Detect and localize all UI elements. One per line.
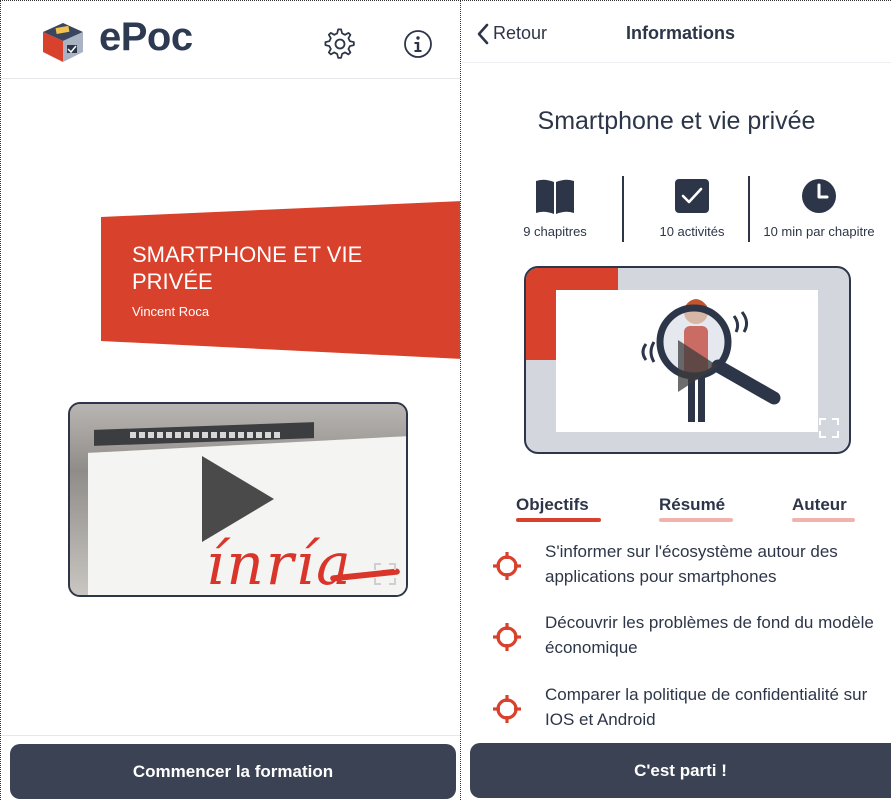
objective-item: S'informer sur l'écosystème autour des a… xyxy=(462,539,891,599)
stat-divider xyxy=(622,176,624,242)
course-banner[interactable]: SMARTPHONE ET VIE PRIVÉE Vincent Roca xyxy=(101,201,460,359)
activities-count: 10 activités xyxy=(659,224,725,239)
tab-underline xyxy=(792,518,855,522)
stat-activities: 10 activités xyxy=(637,177,747,247)
objective-item: Découvrir les problèmes de fond du modèl… xyxy=(462,610,891,670)
stat-chapters: 9 chapitres xyxy=(500,177,610,247)
objective-item: Comparer la politique de confidentialité… xyxy=(462,682,891,742)
fullscreen-icon[interactable] xyxy=(374,563,396,585)
clock-icon xyxy=(802,179,836,213)
home-footer: Commencer la formation xyxy=(1,735,460,800)
book-icon xyxy=(536,179,574,214)
target-icon xyxy=(493,695,521,723)
chapters-count: 9 chapitres xyxy=(523,224,587,239)
tab-underline xyxy=(659,518,733,522)
objective-text: Découvrir les problèmes de fond du modèl… xyxy=(545,613,874,657)
banner-author: Vincent Roca xyxy=(132,304,210,319)
target-icon xyxy=(493,623,521,651)
epoc-logo-icon xyxy=(43,23,83,62)
checkbox-icon xyxy=(675,179,709,213)
objective-text: S'informer sur l'écosystème autour des a… xyxy=(545,542,838,586)
objective-text: Comparer la politique de confidentialité… xyxy=(545,685,868,729)
start-button[interactable]: C'est parti ! xyxy=(470,743,891,798)
info-footer: C'est parti ! xyxy=(462,735,891,800)
gear-icon[interactable] xyxy=(323,27,357,61)
tab-objectifs[interactable]: Objectifs xyxy=(516,495,589,515)
fullscreen-icon[interactable] xyxy=(819,418,839,438)
info-nav-bar: Retour Informations xyxy=(462,1,891,63)
app-name: ePoc xyxy=(99,15,193,59)
start-course-button[interactable]: Commencer la formation xyxy=(10,744,456,799)
tab-auteur[interactable]: Auteur xyxy=(792,495,847,515)
info-icon[interactable] xyxy=(401,27,435,61)
play-icon[interactable] xyxy=(202,456,274,542)
course-title: Smartphone et vie privée xyxy=(537,107,816,135)
banner-title: SMARTPHONE ET VIE PRIVÉE xyxy=(132,242,363,294)
stat-duration: 10 min par chapitre xyxy=(747,177,891,247)
magnifier-illustration xyxy=(641,299,781,422)
home-screen: ePoc SMARTPHONE ET VIE PRIVÉE Vincent Ro… xyxy=(0,0,461,800)
page-title: Informations xyxy=(626,23,736,43)
home-header: ePoc xyxy=(1,1,460,79)
presentation-video[interactable] xyxy=(524,266,851,454)
duration-label: 10 min par chapitre xyxy=(763,224,875,239)
info-screen: Retour Informations Smartphone et vie pr… xyxy=(462,0,891,800)
chevron-left-icon xyxy=(477,23,489,45)
back-label: Retour xyxy=(493,23,548,43)
keyboard-image xyxy=(130,432,280,438)
tab-underline-active xyxy=(516,518,601,522)
target-icon xyxy=(493,552,521,580)
intro-video[interactable]: ínría xyxy=(68,402,408,597)
tab-resume[interactable]: Résumé xyxy=(659,495,725,515)
